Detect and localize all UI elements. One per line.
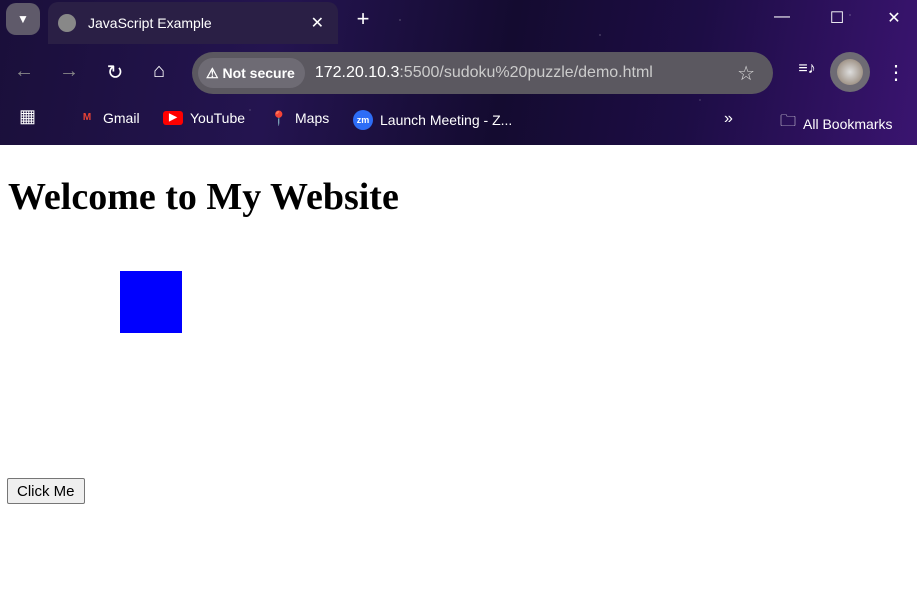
page-title: Welcome to My Website xyxy=(8,176,399,218)
close-window-icon[interactable]: ✕ xyxy=(879,8,909,28)
click-me-button[interactable]: Click Me xyxy=(7,478,85,504)
warning-icon: ⚠ xyxy=(206,64,223,81)
address-bar[interactable]: ⚠ Not secure 172.20.10.3:5500/sudoku%20p… xyxy=(192,52,773,94)
more-menu-icon[interactable]: ⋮ xyxy=(882,60,910,85)
all-bookmarks[interactable]: 🗀 All Bookmarks xyxy=(780,110,892,137)
gmail-icon: M xyxy=(82,112,92,123)
folder-icon: 🗀 xyxy=(780,113,797,130)
more-bookmarks-icon[interactable]: » xyxy=(724,110,733,128)
browser-chrome: ▼ JavaScript Example ✕ + — ☐ ✕ ← → ↻ ⌂ ⚠… xyxy=(0,0,917,145)
reload-icon[interactable]: ↻ xyxy=(101,60,129,85)
maximize-icon[interactable]: ☐ xyxy=(822,8,852,28)
bookmark-maps[interactable]: 📍 Maps xyxy=(270,110,329,126)
bookmark-youtube[interactable]: ▶ YouTube xyxy=(163,110,245,126)
apps-grid-icon[interactable]: ▦ xyxy=(19,106,36,127)
bookmark-gmail[interactable]: M Gmail xyxy=(78,110,140,126)
home-icon[interactable]: ⌂ xyxy=(145,60,173,83)
bookmark-zoom[interactable]: zm Launch Meeting - Z... xyxy=(353,110,512,130)
new-tab-button[interactable]: + xyxy=(348,6,378,34)
page-content: Welcome to My Website Click Me xyxy=(0,145,917,590)
media-queue-icon[interactable]: ≡♪ xyxy=(793,60,821,78)
blue-box xyxy=(120,271,182,333)
youtube-icon: ▶ xyxy=(163,111,183,125)
bookmarks-bar: ▦ M Gmail ▶ YouTube 📍 Maps zm Launch Meeting… xyxy=(0,104,917,136)
tab-title: JavaScript Example xyxy=(88,15,212,31)
chevron-down-icon: ▼ xyxy=(17,12,29,26)
close-tab-icon[interactable]: ✕ xyxy=(311,13,324,33)
tab-search-button[interactable]: ▼ xyxy=(6,3,40,35)
back-icon[interactable]: ← xyxy=(10,60,38,83)
forward-icon[interactable]: → xyxy=(55,60,83,83)
avatar[interactable] xyxy=(830,52,870,92)
url-text[interactable]: 172.20.10.3:5500/sudoku%20puzzle/demo.ht… xyxy=(315,64,737,82)
bookmark-star-icon[interactable]: ☆ xyxy=(737,61,755,86)
tab-active[interactable]: JavaScript Example ✕ xyxy=(48,2,338,44)
toolbar: ← → ↻ ⌂ ⚠ Not secure 172.20.10.3:5500/su… xyxy=(0,44,917,102)
zoom-icon: zm xyxy=(353,110,373,130)
maps-icon: 📍 xyxy=(270,110,288,126)
globe-icon xyxy=(58,14,76,32)
security-chip[interactable]: ⚠ Not secure xyxy=(198,58,305,88)
minimize-icon[interactable]: — xyxy=(767,8,797,26)
